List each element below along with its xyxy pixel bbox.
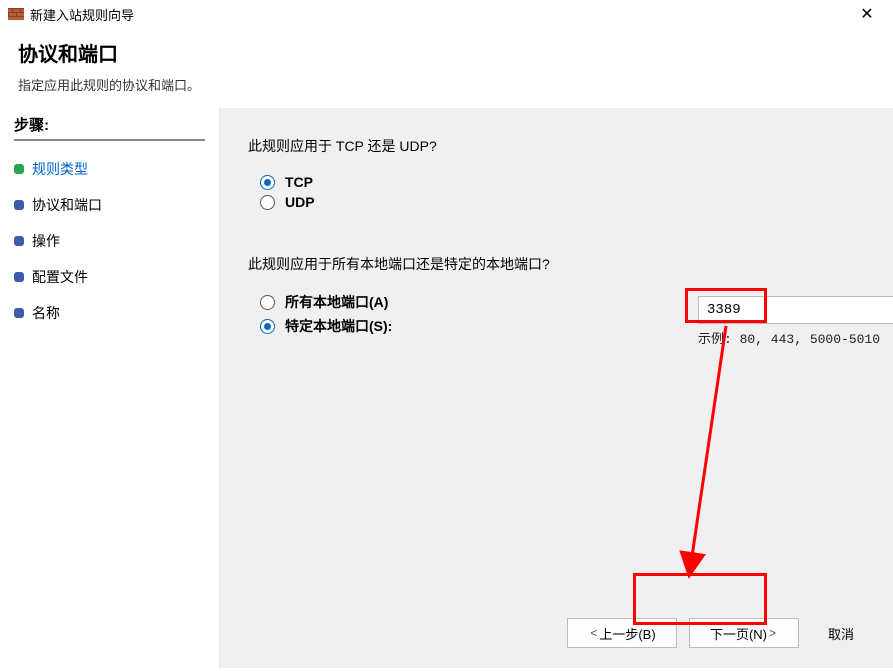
step-label: 规则类型 bbox=[32, 159, 88, 179]
radio-label: 所有本地端口(A) bbox=[285, 292, 388, 312]
steps-heading: 步骤: bbox=[14, 114, 205, 141]
bullet-icon bbox=[14, 308, 24, 318]
radio-icon bbox=[260, 295, 275, 310]
radio-udp[interactable]: UDP bbox=[260, 194, 865, 210]
annotation-arrow bbox=[220, 108, 880, 668]
close-button[interactable]: ✕ bbox=[849, 4, 885, 24]
step-action[interactable]: 操作 bbox=[14, 223, 205, 259]
button-label: 上一步(B) bbox=[599, 624, 655, 643]
bullet-icon bbox=[14, 236, 24, 246]
step-protocol-ports[interactable]: 协议和端口 bbox=[14, 187, 205, 223]
wizard-buttons: < 上一步(B) 下一页(N) > 取消 bbox=[567, 618, 871, 648]
radio-label: 特定本地端口(S): bbox=[285, 316, 392, 336]
radio-tcp[interactable]: TCP bbox=[260, 174, 865, 190]
bullet-icon bbox=[14, 164, 24, 174]
step-rule-type[interactable]: 规则类型 bbox=[14, 151, 205, 187]
port-input-row: 示例: 80, 443, 5000-5010 bbox=[698, 296, 893, 347]
cancel-button[interactable]: 取消 bbox=[811, 618, 871, 648]
page-subtitle: 指定应用此规则的协议和端口。 bbox=[18, 75, 875, 94]
chevron-right-icon: > bbox=[769, 626, 776, 640]
titlebar: 新建入站规则向导 ✕ bbox=[0, 0, 893, 28]
back-button[interactable]: < 上一步(B) bbox=[567, 618, 677, 648]
bullet-icon bbox=[14, 272, 24, 282]
radio-label: UDP bbox=[285, 194, 315, 210]
step-name[interactable]: 名称 bbox=[14, 295, 205, 331]
main-panel: 此规则应用于 TCP 还是 UDP? TCP UDP 此规则应用于所有本地端口还… bbox=[220, 108, 893, 668]
bullet-icon bbox=[14, 200, 24, 210]
page-title: 协议和端口 bbox=[18, 38, 875, 67]
step-label: 名称 bbox=[32, 303, 60, 323]
step-label: 操作 bbox=[32, 231, 60, 251]
radio-label: TCP bbox=[285, 174, 313, 190]
chevron-left-icon: < bbox=[590, 626, 597, 640]
steps-sidebar: 步骤: 规则类型 协议和端口 操作 配置文件 名称 bbox=[0, 108, 220, 668]
radio-icon bbox=[260, 175, 275, 190]
firewall-icon bbox=[8, 6, 24, 22]
port-input[interactable] bbox=[698, 296, 893, 324]
button-label: 下一页(N) bbox=[710, 624, 767, 643]
radio-icon bbox=[260, 195, 275, 210]
next-button[interactable]: 下一页(N) > bbox=[689, 618, 799, 648]
port-example: 示例: 80, 443, 5000-5010 bbox=[698, 328, 893, 347]
step-label: 配置文件 bbox=[32, 267, 88, 287]
step-profile[interactable]: 配置文件 bbox=[14, 259, 205, 295]
window-title: 新建入站规则向导 bbox=[30, 5, 849, 24]
step-label: 协议和端口 bbox=[32, 195, 102, 215]
page-header: 协议和端口 指定应用此规则的协议和端口。 bbox=[0, 28, 893, 108]
radio-icon bbox=[260, 319, 275, 334]
question-protocol: 此规则应用于 TCP 还是 UDP? bbox=[248, 136, 865, 156]
button-label: 取消 bbox=[828, 624, 854, 643]
question-ports: 此规则应用于所有本地端口还是特定的本地端口? bbox=[248, 254, 865, 274]
